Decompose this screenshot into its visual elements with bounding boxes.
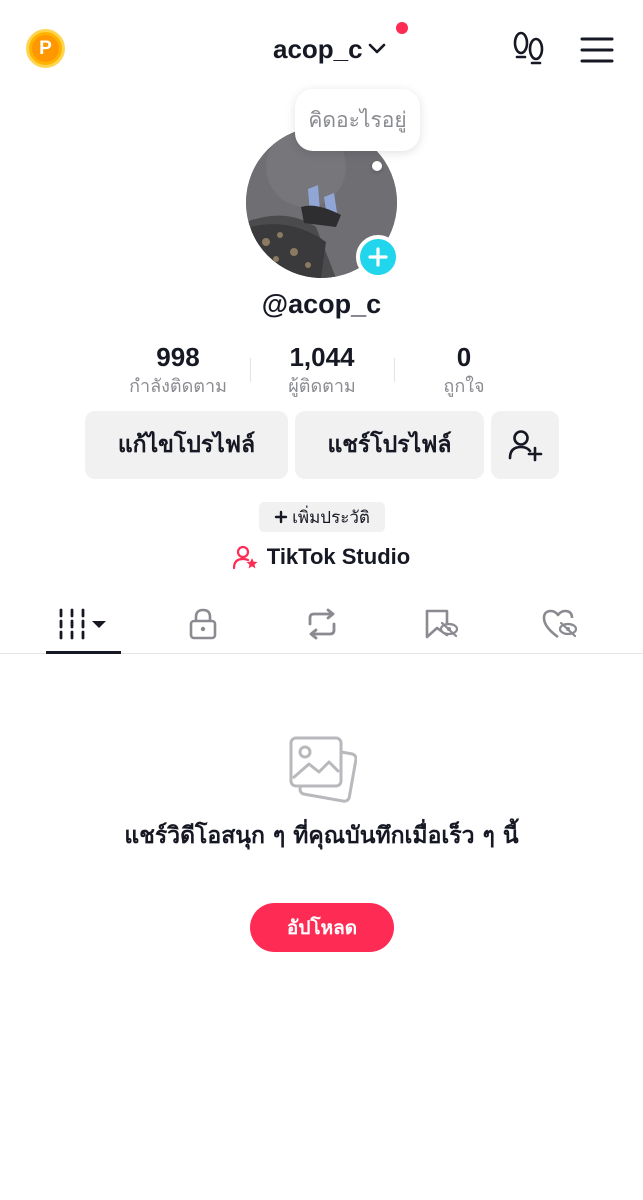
share-profile-label: แชร์โปรไฟล์: [327, 432, 452, 458]
stat-followers[interactable]: 1,044 ผู้ติดตาม: [262, 340, 382, 400]
videos-grid-icon: [59, 608, 106, 640]
add-friend-button[interactable]: [491, 411, 559, 479]
notification-dot: [396, 22, 408, 34]
stat-following-value: 998: [156, 342, 200, 372]
chevron-down-icon: [368, 43, 385, 54]
thought-bubble[interactable]: คิดอะไรอยู่: [295, 89, 420, 151]
hamburger-menu-icon[interactable]: [580, 36, 614, 64]
profile-stats: 998 กำลังติดตาม 1,044 ผู้ติดตาม 0 ถูกใจ: [0, 340, 643, 400]
content-tabs: [0, 596, 643, 654]
add-bio-button[interactable]: เพิ่มประวัติ: [259, 502, 385, 532]
stat-divider: [250, 358, 251, 382]
plus-icon: [368, 247, 388, 267]
thought-placeholder: คิดอะไรอยู่: [308, 107, 407, 132]
studio-label: TikTok Studio: [266, 544, 411, 569]
profile-handle: @acop_c: [261, 289, 382, 319]
account-username: acop_c: [273, 33, 363, 64]
studio-user-star-icon: [232, 545, 258, 570]
add-avatar-button[interactable]: [356, 235, 400, 279]
favorites-hidden-icon: [425, 609, 459, 639]
stat-likes-value: 0: [456, 342, 472, 372]
tab-private[interactable]: [163, 596, 243, 652]
liked-hidden-icon: [542, 609, 578, 639]
tab-videos[interactable]: [43, 596, 123, 652]
share-profile-button[interactable]: แชร์โปรไฟล์: [295, 411, 484, 479]
empty-state-message: แชร์วิดีโอสนุก ๆ ที่คุณบันทึกเมื่อเร็ว ๆ…: [124, 823, 519, 849]
tab-reposts[interactable]: [282, 596, 362, 652]
stat-followers-label: ผู้ติดตาม: [288, 376, 356, 397]
thought-bubble-tail: [372, 161, 382, 171]
stat-following[interactable]: 998 กำลังติดตาม: [118, 340, 238, 400]
stat-followers-value: 1,044: [289, 342, 355, 372]
plus-icon: [274, 510, 288, 524]
stat-likes-label: ถูกใจ: [443, 376, 485, 397]
edit-profile-label: แก้ไขโปรไฟล์: [117, 432, 256, 458]
stat-following-label: กำลังติดตาม: [129, 376, 227, 397]
upload-button[interactable]: อัปโหลด: [250, 903, 394, 952]
footprints-icon[interactable]: [511, 30, 547, 68]
repost-icon: [308, 608, 336, 640]
tab-favorites[interactable]: [401, 596, 481, 652]
add-user-icon: [508, 430, 543, 462]
account-switcher[interactable]: acop_c: [273, 32, 387, 66]
lock-icon: [189, 608, 217, 640]
stat-likes[interactable]: 0 ถูกใจ: [404, 340, 524, 400]
photos-icon: [289, 736, 357, 803]
upload-label: อัปโหลด: [286, 916, 358, 939]
tiktok-studio-link[interactable]: TikTok Studio: [0, 544, 643, 570]
edit-profile-button[interactable]: แก้ไขโปรไฟล์: [85, 411, 288, 479]
coin-p-icon[interactable]: P: [26, 29, 65, 68]
tab-liked[interactable]: [520, 596, 600, 652]
top-bar: P acop_c: [0, 0, 643, 100]
add-bio-label: เพิ่มประวัติ: [292, 507, 370, 528]
stat-divider: [394, 358, 395, 382]
active-tab-indicator: [46, 651, 121, 654]
